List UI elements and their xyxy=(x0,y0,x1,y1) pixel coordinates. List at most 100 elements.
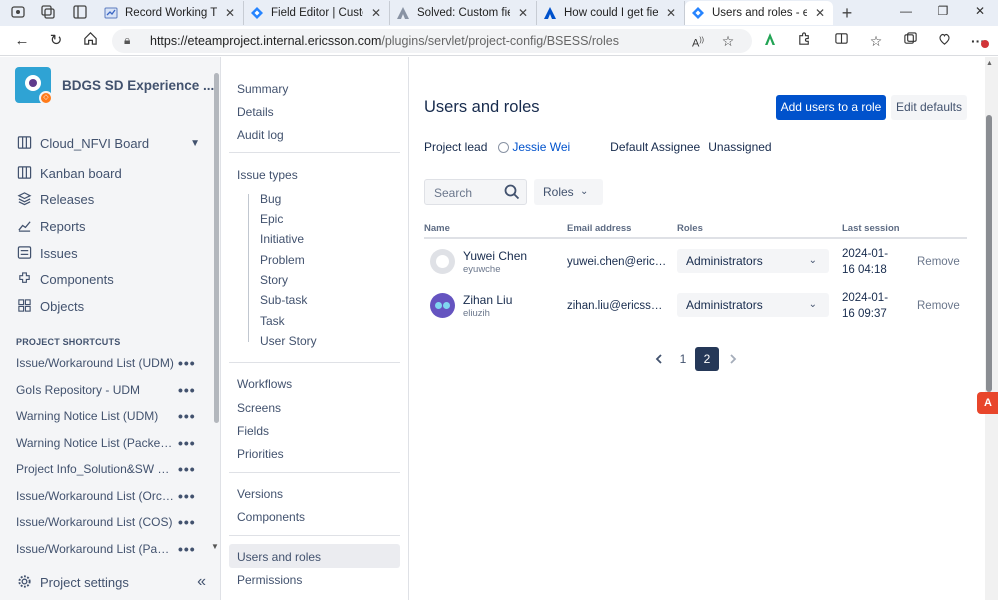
workspaces-icon[interactable] xyxy=(39,4,57,22)
sidebar-item-releases[interactable]: Releases xyxy=(16,188,94,210)
nav-screens[interactable]: Screens xyxy=(237,399,281,417)
page-button[interactable]: 1 xyxy=(671,347,695,371)
nav-audit-log[interactable]: Audit log xyxy=(237,126,284,144)
shortcut-item[interactable]: Warning Notice List (UDM) ••• xyxy=(16,406,196,426)
browser-tab[interactable]: Record Working Time ✕ xyxy=(98,1,244,25)
new-tab-icon[interactable]: + xyxy=(838,4,856,22)
nav-workflows[interactable]: Workflows xyxy=(237,375,292,393)
shortcut-item[interactable]: Issue/Workaround List (Packet C... ••• xyxy=(16,539,196,559)
close-tab-icon[interactable]: ✕ xyxy=(664,6,678,20)
more-actions-icon[interactable]: ••• xyxy=(178,408,196,424)
next-page-icon[interactable] xyxy=(721,347,745,371)
extensions-puzzle-icon[interactable] xyxy=(794,31,814,51)
user-name[interactable]: Yuwei Chen xyxy=(463,249,527,263)
project-name[interactable]: BDGS SD Experience ... xyxy=(62,78,214,93)
more-actions-icon[interactable]: ••• xyxy=(178,514,196,530)
shortcut-item[interactable]: Warning Notice List (Packet Core) ••• xyxy=(16,433,196,453)
close-tab-icon[interactable]: ✕ xyxy=(516,6,530,20)
project-lead-link[interactable]: Jessie Wei xyxy=(512,140,570,154)
refresh-icon[interactable]: ↻ xyxy=(46,31,66,51)
role-select[interactable]: Administrators ⌄ xyxy=(677,249,829,273)
jira-diamond-icon xyxy=(692,7,704,19)
nav-users-and-roles[interactable]: Users and roles xyxy=(237,548,321,566)
nav-issue-type-bug[interactable]: Bug xyxy=(260,190,281,208)
role-select[interactable]: Administrators ⌄ xyxy=(677,293,829,317)
roles-filter-dropdown[interactable]: Roles ⌄ xyxy=(534,179,603,205)
profile-icon[interactable] xyxy=(9,4,27,22)
browser-tab[interactable]: Solved: Custom fields e ✕ xyxy=(390,1,537,25)
remove-user-link[interactable]: Remove xyxy=(917,256,960,268)
more-menu-icon[interactable]: ··· xyxy=(968,31,989,51)
nav-issue-type-problem[interactable]: Problem xyxy=(260,251,305,269)
minimize-icon[interactable]: — xyxy=(896,4,916,18)
remove-user-link[interactable]: Remove xyxy=(917,300,960,312)
project-settings-link[interactable]: Project settings « xyxy=(16,571,212,593)
sidebar-item-components[interactable]: Components xyxy=(16,268,114,290)
back-icon[interactable]: ← xyxy=(12,31,32,51)
shortcut-item[interactable]: Issue/Workaround List (UDM) ••• xyxy=(16,353,196,373)
nav-fields[interactable]: Fields xyxy=(237,422,269,440)
more-actions-icon[interactable]: ••• xyxy=(178,541,196,557)
close-window-icon[interactable]: ✕ xyxy=(970,4,990,18)
more-actions-icon[interactable]: ••• xyxy=(178,488,196,504)
edit-defaults-button[interactable]: Edit defaults xyxy=(891,95,967,120)
sidebar-item-objects[interactable]: Objects xyxy=(16,295,84,317)
shortcut-item[interactable]: Issue/Workaround List (COS) ••• xyxy=(16,512,196,532)
favorite-star-icon[interactable]: ☆ xyxy=(718,31,738,51)
add-users-to-role-button[interactable]: Add users to a role xyxy=(776,95,886,120)
default-assignee-label: Default Assignee xyxy=(610,140,701,154)
collections-icon[interactable] xyxy=(900,31,920,51)
main-scrollbar-thumb[interactable] xyxy=(986,115,992,392)
assistant-floating-icon[interactable]: A xyxy=(977,392,998,414)
more-actions-icon[interactable]: ••• xyxy=(178,461,196,477)
project-avatar[interactable]: ◇ xyxy=(15,67,53,105)
browser-essentials-icon[interactable] xyxy=(934,31,954,51)
shortcut-item[interactable]: GoIs Repository - UDM ••• xyxy=(16,380,196,400)
nav-issue-type-epic[interactable]: Epic xyxy=(260,210,283,228)
more-actions-icon[interactable]: ••• xyxy=(178,435,196,451)
sidebar-scrollbar[interactable] xyxy=(214,73,219,423)
scroll-down-arrow-icon[interactable]: ▼ xyxy=(211,542,219,551)
extension-a-icon[interactable] xyxy=(760,31,780,51)
favorites-icon[interactable]: ☆ xyxy=(866,31,886,51)
nav-permissions[interactable]: Permissions xyxy=(237,571,302,589)
user-name[interactable]: Zihan Liu xyxy=(463,293,512,307)
read-aloud-icon[interactable]: A)) xyxy=(688,31,708,51)
nav-issue-type-user-story[interactable]: User Story xyxy=(260,332,317,350)
nav-issue-types[interactable]: Issue types xyxy=(237,166,298,184)
close-tab-icon[interactable]: ✕ xyxy=(223,6,237,20)
previous-page-icon[interactable] xyxy=(647,347,671,371)
shortcut-item[interactable]: Issue/Workaround List (Orchestr... ••• xyxy=(16,486,196,506)
sidebar-item-kanban-board[interactable]: Kanban board xyxy=(16,162,122,184)
nav-details[interactable]: Details xyxy=(237,103,274,121)
nav-issue-type-task[interactable]: Task xyxy=(260,312,285,330)
nav-issue-type-story[interactable]: Story xyxy=(260,271,288,289)
home-icon[interactable] xyxy=(80,31,100,51)
close-tab-icon[interactable]: ✕ xyxy=(813,6,827,20)
nav-priorities[interactable]: Priorities xyxy=(237,445,284,463)
nav-components[interactable]: Components xyxy=(237,508,305,526)
collapse-sidebar-icon[interactable]: « xyxy=(197,573,206,591)
more-actions-icon[interactable]: ••• xyxy=(178,355,196,371)
browser-tab[interactable]: Field Editor | Customfie ✕ xyxy=(244,1,390,25)
sidebar-item-issues[interactable]: Issues xyxy=(16,242,78,264)
more-actions-icon[interactable]: ••• xyxy=(178,382,196,398)
url-field[interactable]: 🔒︎ https://eteamproject.internal.ericsso… xyxy=(112,29,752,53)
close-tab-icon[interactable]: ✕ xyxy=(369,6,383,20)
page-button-current[interactable]: 2 xyxy=(695,347,719,371)
board-selector[interactable]: Cloud_NFVI Board ▼ xyxy=(16,132,212,154)
tab-actions-icon[interactable] xyxy=(71,4,89,22)
maximize-icon[interactable]: ❐ xyxy=(933,4,953,18)
sidebar-item-reports[interactable]: Reports xyxy=(16,215,86,237)
browser-tab-active[interactable]: Users and roles - eTeam ✕ xyxy=(685,1,833,25)
nav-summary[interactable]: Summary xyxy=(237,80,288,98)
browser-tab[interactable]: How could I get field e ✕ xyxy=(537,1,685,25)
nav-issue-type-sub-task[interactable]: Sub-task xyxy=(260,291,307,309)
nav-versions[interactable]: Versions xyxy=(237,485,283,503)
nav-issue-type-initiative[interactable]: Initiative xyxy=(260,230,304,248)
split-screen-icon[interactable] xyxy=(831,31,851,51)
shortcut-item[interactable]: Project Info_Solution&SW Versio... ••• xyxy=(16,459,196,479)
scroll-up-arrow-icon[interactable]: ▲ xyxy=(986,60,993,67)
search-input[interactable]: Search xyxy=(424,179,527,205)
lock-icon[interactable]: 🔒︎ xyxy=(124,33,130,48)
